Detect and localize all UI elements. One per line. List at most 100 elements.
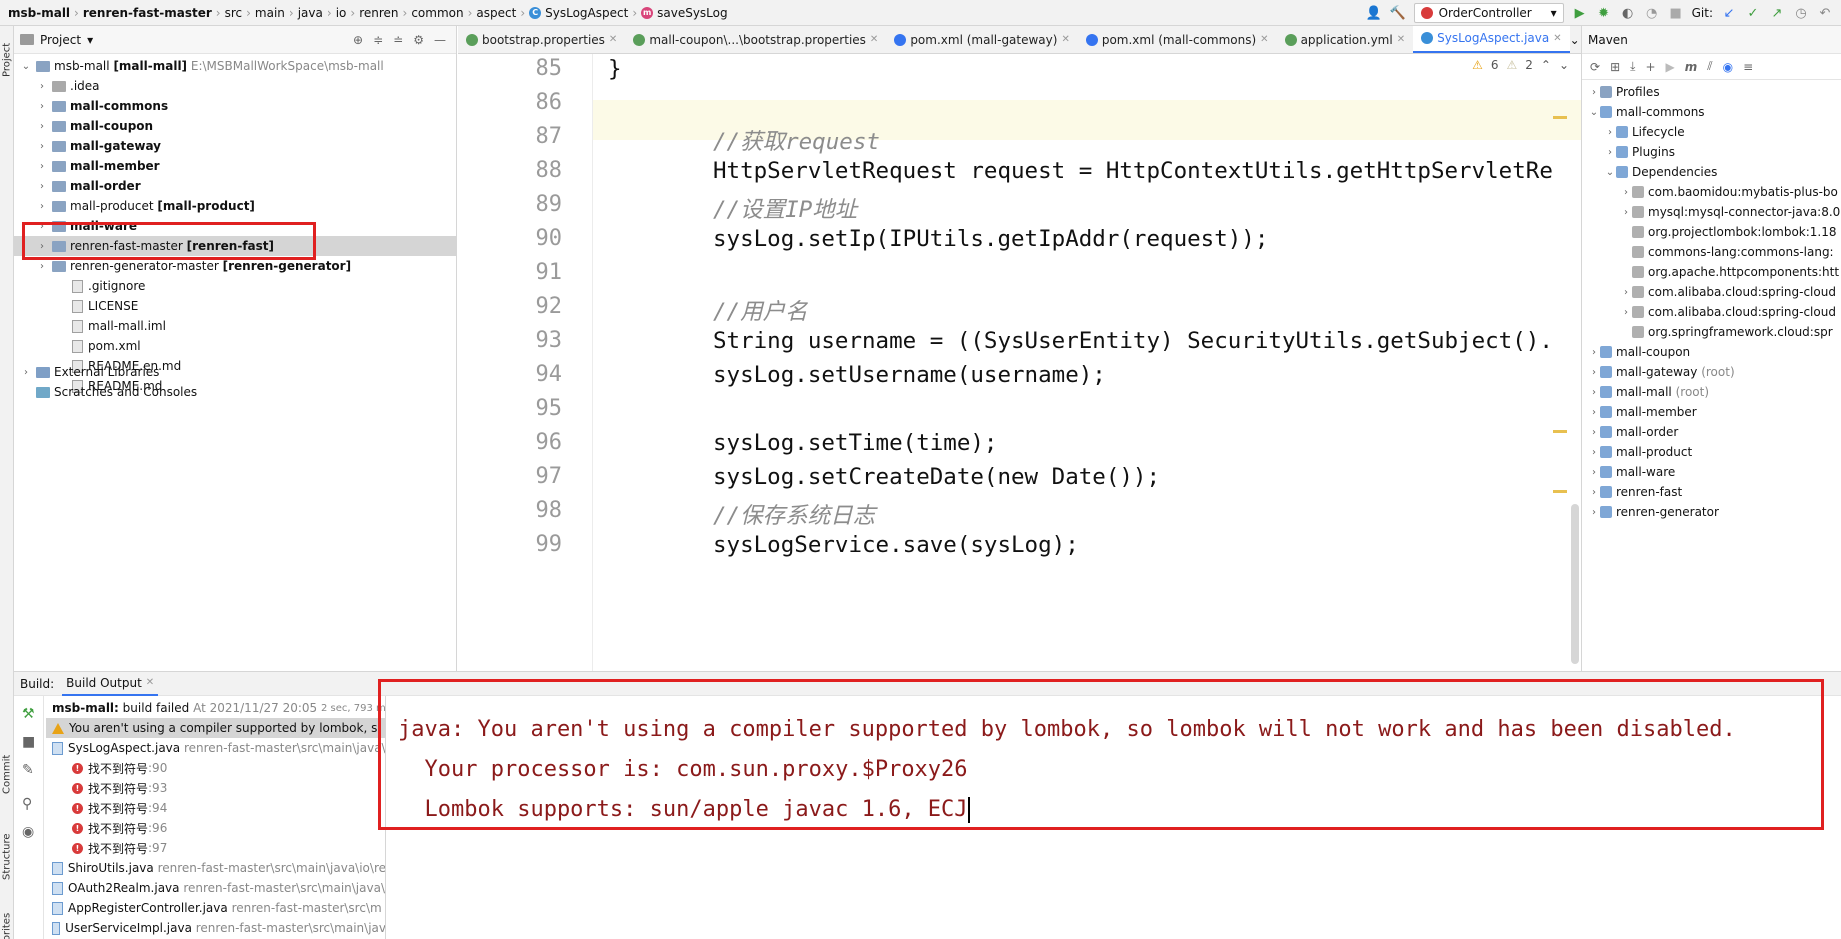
close-icon[interactable]: ✕ bbox=[609, 34, 617, 45]
breadcrumb-item-method[interactable]: m saveSysLog bbox=[637, 6, 732, 20]
coverage-icon[interactable]: ◐ bbox=[1620, 5, 1636, 21]
chevron-down-icon[interactable]: ⌄ bbox=[1559, 58, 1569, 72]
chevron-right-icon[interactable]: › bbox=[36, 181, 48, 192]
collapse-icon[interactable]: ≡ bbox=[1743, 60, 1753, 74]
chevron-right-icon[interactable]: › bbox=[20, 367, 32, 378]
maven-profiles[interactable]: › Profiles bbox=[1582, 82, 1660, 102]
external-libraries[interactable]: › External Libraries bbox=[14, 362, 457, 382]
hammer-icon[interactable]: ⚒ bbox=[22, 706, 35, 722]
build-file-row[interactable]: ShiroUtils.java renren-fast-master\src\m… bbox=[46, 858, 385, 878]
editor-scrollbar[interactable] bbox=[1571, 504, 1579, 664]
breadcrumb-item[interactable]: renren bbox=[355, 6, 402, 20]
chevron-down-icon[interactable]: ⌄ bbox=[20, 61, 32, 72]
maven-module[interactable]: › renren-generator bbox=[1582, 502, 1719, 522]
close-icon[interactable]: ✕ bbox=[1397, 34, 1405, 45]
tree-root[interactable]: ⌄ msb-mall [mall-mall] E:\MSBMallWorkSpa… bbox=[14, 56, 457, 76]
git-commit-icon[interactable]: ✓ bbox=[1745, 5, 1761, 21]
chevron-down-icon[interactable]: ▾ bbox=[87, 33, 93, 47]
tree-item-folder[interactable]: › mall-order bbox=[14, 176, 457, 196]
maven-module[interactable]: › mall-member bbox=[1582, 402, 1697, 422]
chevron-icon[interactable]: ⌄ bbox=[1588, 107, 1600, 118]
maven-dependencies[interactable]: ⌄ Dependencies bbox=[1582, 162, 1718, 182]
run-icon[interactable]: ▶ bbox=[1666, 60, 1675, 74]
user-icon[interactable]: 👤 bbox=[1366, 5, 1382, 21]
breadcrumb-item[interactable]: src bbox=[221, 6, 247, 20]
code-line[interactable]: HttpServletRequest request = HttpContext… bbox=[713, 158, 1553, 184]
chevron-icon[interactable]: › bbox=[1588, 87, 1600, 98]
breadcrumb-item[interactable]: aspect bbox=[472, 6, 520, 20]
build-file-row[interactable]: UserServiceImpl.java renren-fast-master\… bbox=[46, 918, 385, 938]
add-folder-icon[interactable]: ⊞ bbox=[1610, 60, 1620, 74]
hammer-icon[interactable]: 🔨 bbox=[1390, 5, 1406, 21]
chevron-up-icon[interactable]: ⌃ bbox=[1541, 58, 1551, 72]
breadcrumb-item[interactable]: io bbox=[332, 6, 351, 20]
chevron-right-icon[interactable]: › bbox=[36, 81, 48, 92]
editor-tab[interactable]: mall-coupon\...\bootstrap.properties ✕ bbox=[625, 26, 886, 53]
minimize-icon[interactable]: — bbox=[434, 33, 446, 47]
editor-tab[interactable]: SysLogAspect.java ✕ bbox=[1413, 26, 1570, 53]
chevron-icon[interactable]: › bbox=[1588, 347, 1600, 358]
collapse-all-icon[interactable]: ≐ bbox=[393, 33, 403, 47]
tree-item-file[interactable]: .gitignore bbox=[14, 276, 457, 296]
tree-item-file[interactable]: mall-mall.iml bbox=[14, 316, 457, 336]
close-icon[interactable]: ✕ bbox=[870, 34, 878, 45]
add-icon[interactable]: + bbox=[1645, 60, 1655, 74]
code-line[interactable]: //保存系统日志 bbox=[713, 498, 875, 530]
eye-icon[interactable]: ◉ bbox=[22, 824, 34, 840]
tree-item-folder[interactable]: › mall-commons bbox=[14, 96, 457, 116]
close-icon[interactable]: ✕ bbox=[1061, 34, 1069, 45]
chevron-icon[interactable]: ⌄ bbox=[1604, 167, 1616, 178]
editor-tab[interactable]: pom.xml (mall-commons) ✕ bbox=[1078, 26, 1277, 53]
expand-all-icon[interactable]: ≑ bbox=[373, 33, 383, 47]
chevron-icon[interactable]: › bbox=[1588, 367, 1600, 378]
code-line[interactable]: //设置IP地址 bbox=[713, 192, 857, 224]
inspection-widget[interactable]: ⚠ 6 ⚠ 2 ⌃ ⌄ bbox=[1472, 58, 1569, 72]
gear-icon[interactable]: ⚙ bbox=[413, 33, 424, 47]
maven-dependency[interactable]: org.springframework.cloud:spr bbox=[1582, 322, 1833, 342]
tree-item-folder[interactable]: › mall-producet [mall-product] bbox=[14, 196, 457, 216]
tab-build-output[interactable]: Build Output ✕ bbox=[62, 672, 159, 696]
maven-module[interactable]: › mall-product bbox=[1582, 442, 1692, 462]
editor-tab[interactable]: pom.xml (mall-gateway) ✕ bbox=[886, 26, 1078, 53]
close-icon[interactable]: ✕ bbox=[146, 677, 154, 688]
build-file-row[interactable]: OAuth2Realm.java renren-fast-master\src\… bbox=[46, 878, 385, 898]
build-root-row[interactable]: msb-mall: build failed At 2021/11/27 20:… bbox=[46, 698, 385, 718]
chevron-icon[interactable]: › bbox=[1620, 207, 1632, 218]
close-icon[interactable]: ✕ bbox=[1260, 34, 1268, 45]
chevron-right-icon[interactable]: › bbox=[36, 201, 48, 212]
chevron-icon[interactable]: › bbox=[1620, 307, 1632, 318]
maven-dependency[interactable]: commons-lang:commons-lang: bbox=[1582, 242, 1834, 262]
chevron-icon[interactable]: › bbox=[1588, 487, 1600, 498]
build-file-row[interactable]: AppRegisterController.java renren-fast-m… bbox=[46, 898, 385, 918]
debug-icon[interactable]: ✹ bbox=[1596, 5, 1612, 21]
stop-icon[interactable]: ■ bbox=[1668, 5, 1684, 21]
tree-item-file[interactable]: pom.xml bbox=[14, 336, 457, 356]
chevron-right-icon[interactable]: › bbox=[36, 161, 48, 172]
download-icon[interactable]: ⤓ bbox=[1630, 59, 1635, 74]
chevron-icon[interactable]: › bbox=[1588, 407, 1600, 418]
chevron-right-icon[interactable]: › bbox=[36, 121, 48, 132]
wrench-icon[interactable]: ✎ bbox=[22, 762, 34, 778]
maven-lifecycle[interactable]: › Lifecycle bbox=[1582, 122, 1685, 142]
code-editor[interactable]: 85 86 87 88 89 90 91 92 93 94 95 96 97 98 99 } //获取requ… bbox=[458, 54, 1581, 671]
side-tab-structure[interactable]: Structure bbox=[0, 826, 14, 888]
git-push-icon[interactable]: ↗ bbox=[1769, 5, 1785, 21]
close-icon[interactable]: ✕ bbox=[1553, 33, 1561, 44]
profile-icon[interactable]: ◔ bbox=[1644, 5, 1660, 21]
build-error-row[interactable]: ! 找不到符号:90 bbox=[46, 758, 385, 778]
side-tab-commit[interactable]: Commit bbox=[0, 746, 14, 802]
skip-tests-icon[interactable]: ◉ bbox=[1723, 60, 1733, 74]
pin-icon[interactable]: ⚲ bbox=[22, 796, 32, 812]
scratches-and-consoles[interactable]: Scratches and Consoles bbox=[14, 382, 457, 402]
code-line[interactable]: sysLogService.save(sysLog); bbox=[713, 532, 1079, 558]
chevron-icon[interactable]: › bbox=[1588, 507, 1600, 518]
stop-icon[interactable]: ■ bbox=[22, 734, 35, 750]
chevron-right-icon[interactable]: › bbox=[36, 261, 48, 272]
code-line[interactable]: sysLog.setCreateDate(new Date()); bbox=[713, 464, 1160, 490]
chevron-right-icon[interactable]: › bbox=[36, 141, 48, 152]
chevron-icon[interactable]: › bbox=[1588, 427, 1600, 438]
maven-module[interactable]: › mall-gateway (root) bbox=[1582, 362, 1735, 382]
maven-module[interactable]: › mall-coupon bbox=[1582, 342, 1690, 362]
build-warning-row[interactable]: You aren't using a compiler supported by… bbox=[46, 718, 385, 738]
maven-module[interactable]: › renren-fast bbox=[1582, 482, 1682, 502]
